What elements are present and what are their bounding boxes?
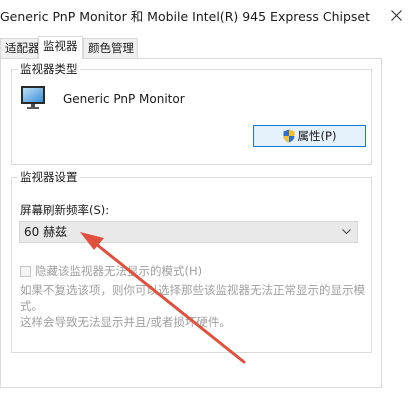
refresh-rate-select[interactable]: 60 赫兹 <box>19 221 358 243</box>
tab-monitor[interactable]: 监视器 <box>38 36 83 59</box>
tab-color-management[interactable]: 颜色管理 <box>83 38 138 58</box>
title-bar: Generic PnP Monitor 和 Mobile Intel(R) 94… <box>0 0 415 31</box>
refresh-rate-label: 屏幕刷新频率(S): <box>20 203 110 217</box>
monitor-settings-legend: 监视器设置 <box>18 169 80 185</box>
monitor-type-legend: 监视器类型 <box>18 61 80 77</box>
shield-icon <box>283 129 295 143</box>
hide-modes-description: 如果不复选该项，则你可以选择那些该监视器无法正常显示的显示模式。 这样会导致无法… <box>20 282 365 330</box>
chevron-down-icon <box>341 222 351 242</box>
monitor-icon <box>21 86 45 109</box>
window-title: Generic PnP Monitor 和 Mobile Intel(R) 94… <box>0 9 372 24</box>
tab-strip: 适配器 监视器 颜色管理 <box>0 36 415 59</box>
description-line-1: 如果不复选该项，则你可以选择那些该监视器无法正常显示的显示模式。 <box>20 283 365 313</box>
hide-modes-checkbox[interactable] <box>20 265 31 277</box>
monitor-tab-panel: 监视器类型 Generic PnP Monitor 属性(P) 监视器设置 屏幕… <box>0 58 382 388</box>
properties-button-label: 属性(P) <box>297 129 337 143</box>
tab-adapter[interactable]: 适配器 <box>0 38 40 58</box>
hide-modes-option[interactable]: 隐藏该监视器无法显示的模式(H) <box>20 264 202 278</box>
description-line-2: 这样会导致无法显示并且/或者损坏硬件。 <box>20 315 231 329</box>
refresh-rate-value: 60 赫兹 <box>24 225 68 239</box>
monitor-name: Generic PnP Monitor <box>63 92 185 106</box>
close-button[interactable] <box>378 0 415 31</box>
monitor-settings-group: 监视器设置 屏幕刷新频率(S): 60 赫兹 隐藏该监视器无法显示的模式(H) … <box>11 169 372 353</box>
hide-modes-label: 隐藏该监视器无法显示的模式(H) <box>35 264 203 278</box>
close-icon <box>391 10 402 21</box>
monitor-type-group: 监视器类型 Generic PnP Monitor 属性(P) <box>11 61 372 165</box>
properties-button[interactable]: 属性(P) <box>253 125 366 147</box>
